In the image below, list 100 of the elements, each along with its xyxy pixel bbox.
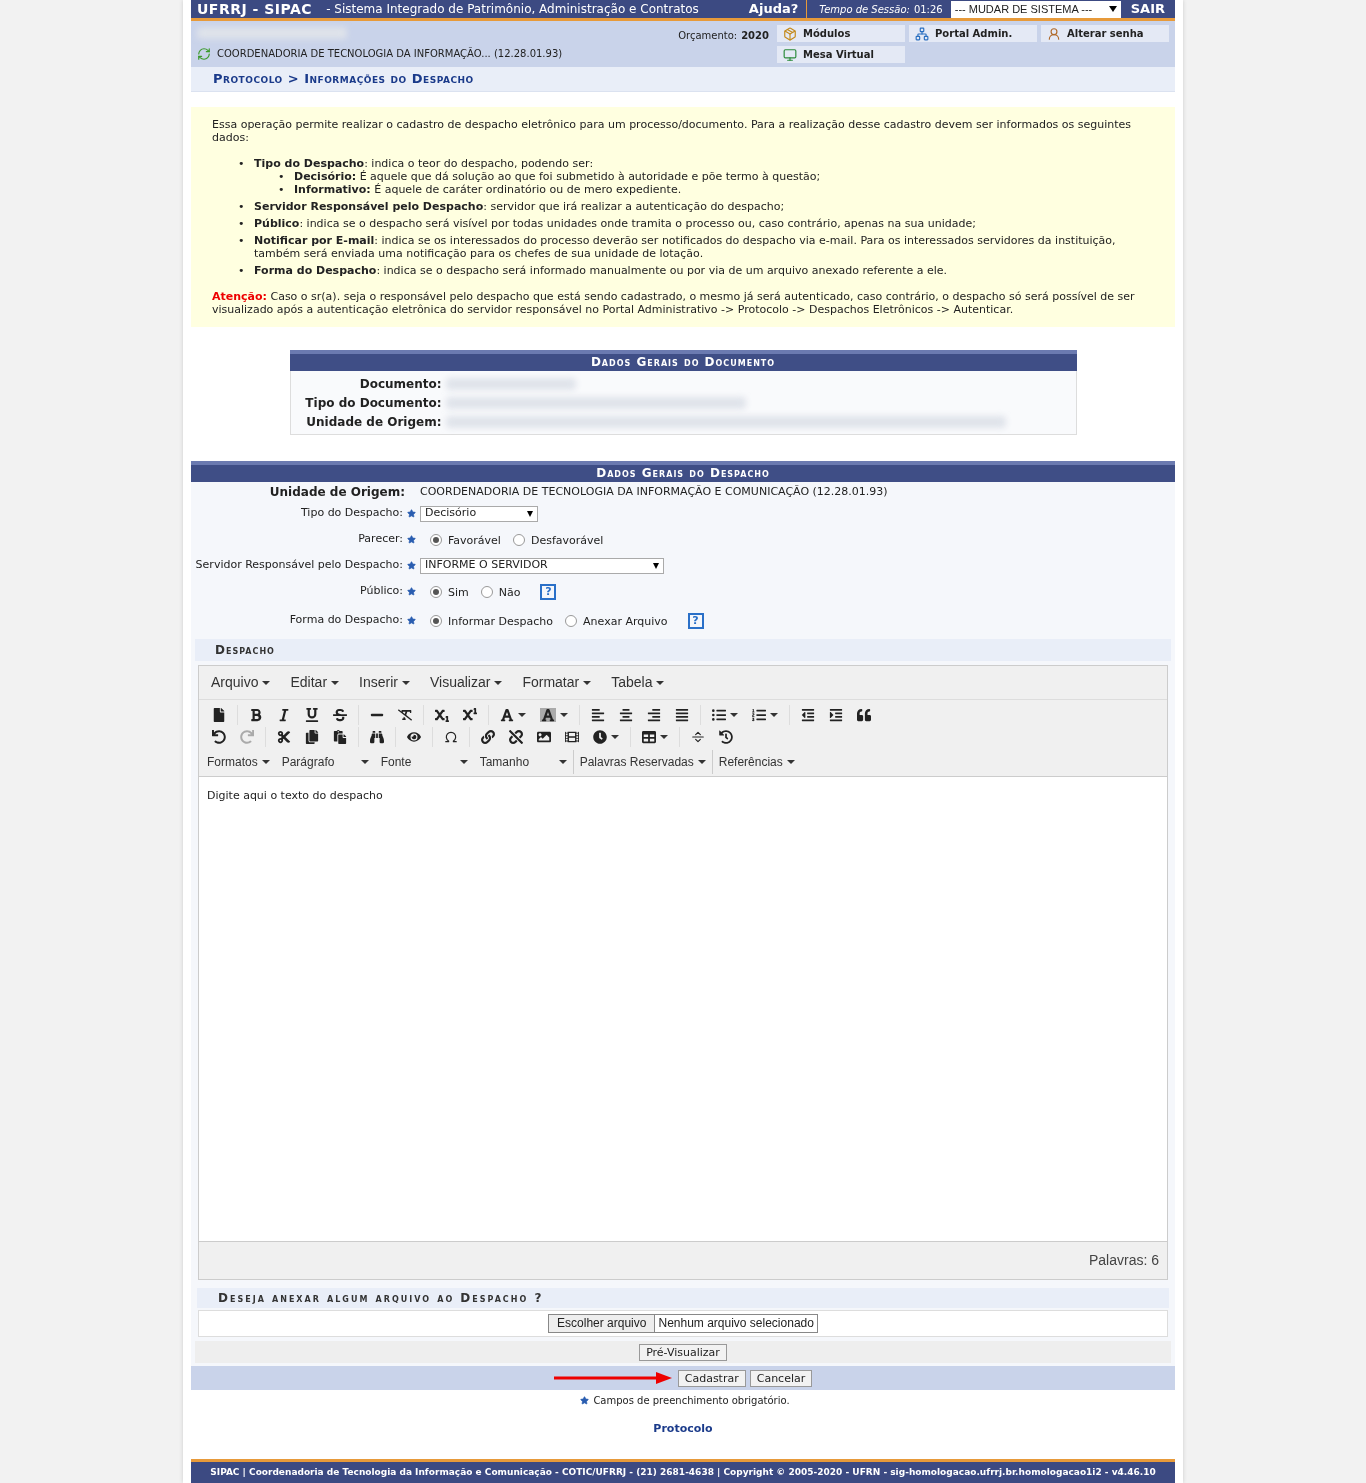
- unlink-icon: [509, 730, 523, 744]
- editor-body[interactable]: Digite aqui o texto do despacho: [199, 776, 1167, 1242]
- cancel-button[interactable]: Cancelar: [749, 1369, 813, 1387]
- underline-icon: [305, 708, 319, 722]
- menu-item[interactable]: Editar: [284, 672, 346, 693]
- footer-text: SIPAC | Coordenadoria de Tecnologia da Informação e Comunicação - COTIC/UFRRJ - (21) 2681-4638 | Copyright © 2005-2020 - UFRN - sig-homologacao.ufrrj.br.homologacao1i2 - v4.46.10: [210, 1465, 1156, 1479]
- required-star-icon: [580, 1396, 590, 1405]
- dropdown-arrow-icon: [1108, 6, 1117, 12]
- radio-button[interactable]: [430, 533, 442, 546]
- caret-icon: [770, 713, 778, 717]
- file-field[interactable]: Escolher arquivo Nenhum arquivo selecionado: [548, 1314, 818, 1333]
- help-link[interactable]: Ajuda?: [748, 0, 808, 19]
- shortcut-link[interactable]: Mesa Virtual: [777, 46, 905, 63]
- dropdown-arrow-icon: [527, 510, 533, 517]
- bullet: •: [238, 217, 246, 230]
- caret-icon: [261, 760, 270, 764]
- dropdown-arrow-icon: [653, 562, 659, 569]
- cut-icon: [277, 730, 291, 744]
- network-icon: [915, 26, 929, 41]
- menu-item[interactable]: Formatar: [516, 672, 598, 693]
- field-label: Unidade de Origem:: [268, 484, 406, 501]
- caret-icon: [518, 713, 526, 717]
- align-right-icon: [647, 708, 661, 722]
- menu-item[interactable]: Inserir: [353, 672, 416, 693]
- caret-icon: [560, 713, 568, 717]
- caret-icon: [583, 680, 592, 685]
- file-status: Nenhum arquivo selecionado: [657, 1315, 815, 1332]
- history-icon: [719, 730, 733, 744]
- clock-icon: [593, 730, 607, 744]
- required-star-icon: [407, 587, 416, 596]
- menu-item[interactable]: Tabela: [605, 672, 671, 693]
- bullet: •: [238, 264, 246, 277]
- shortcut-link[interactable]: Portal Admin.: [909, 25, 1037, 42]
- unit-name: COORDENADORIA DE TECNOLOGIA DA INFORMAÇÃO... (12.28.01.93): [217, 46, 563, 61]
- indent-icon: [829, 708, 843, 722]
- radio-button[interactable]: [565, 614, 578, 627]
- undo-icon: [212, 730, 226, 744]
- preview-icon: [407, 730, 421, 744]
- strikethrough-icon: [333, 708, 347, 722]
- radio-label: Informar Despacho: [448, 614, 554, 631]
- system-subtitle: - Sistema Integrado de Patrimônio, Administração e Contratos: [326, 1, 699, 18]
- redo-icon: [240, 730, 254, 744]
- radio-label: Favorável: [448, 533, 501, 550]
- format-menu[interactable]: Formatos: [201, 750, 276, 774]
- budget-year: 2020: [741, 29, 769, 43]
- caret-icon: [331, 680, 340, 685]
- radio-button[interactable]: [480, 585, 493, 598]
- caret-icon: [786, 760, 795, 764]
- radio-button[interactable]: [430, 614, 442, 627]
- field-label: Documento:: [358, 375, 443, 393]
- notice-item: Forma do Despacho: indica se o despacho será informado manualmente ou por via de um arquivo anexado referente a ele.: [254, 264, 948, 277]
- menu-item[interactable]: Visualizar: [423, 672, 509, 693]
- caret-icon: [697, 760, 706, 764]
- notice-subitem: Decisório: É aquele que dá solução ao que foi submetido à autoridade e põe termo à questão;: [294, 170, 821, 183]
- select-field[interactable]: INFORME O SERVIDOR: [420, 557, 664, 574]
- notice-item: Notificar por E-mail: indica se os interessados do processo deverão ser notificados do despacho via e-mail. Para os interessados servidores da instituição, também será enviada uma notificação para os chefes de sua unidade de lotação.: [254, 234, 1117, 260]
- align-center-icon: [619, 708, 633, 722]
- help-icon[interactable]: ?: [540, 583, 557, 600]
- section-heading: Despacho: [215, 642, 275, 659]
- choose-file-button[interactable]: Escolher arquivo: [549, 1315, 656, 1332]
- format-menu[interactable]: Palavras Reservadas: [572, 750, 712, 774]
- menu-item[interactable]: Arquivo: [205, 672, 277, 693]
- module-link[interactable]: Protocolo: [653, 1421, 713, 1438]
- caret-icon: [730, 713, 738, 717]
- required-note: Campos de preenchimento obrigatório.: [593, 1394, 790, 1408]
- word-count: Palavras: 6: [1088, 1251, 1159, 1270]
- person-icon: [1047, 26, 1061, 41]
- format-select[interactable]: Tamanho: [473, 750, 573, 774]
- copy-icon: [305, 730, 319, 744]
- bullet: •: [278, 183, 286, 196]
- format-menu[interactable]: Referências: [711, 750, 801, 774]
- shortcut-link[interactable]: Módulos: [777, 25, 905, 42]
- preview-button[interactable]: Pré-Visualizar: [639, 1343, 727, 1361]
- system-name: UFRRJ - SIPAC: [196, 0, 314, 19]
- shortcut-link[interactable]: Alterar senha: [1041, 25, 1169, 42]
- radio-button[interactable]: [430, 585, 442, 598]
- caret-icon: [401, 680, 410, 685]
- radio-button[interactable]: [512, 533, 525, 546]
- section-title: Dados Gerais do Documento: [289, 350, 1077, 371]
- image-icon: [537, 730, 551, 744]
- editor-placeholder: Digite aqui o texto do despacho: [207, 789, 383, 802]
- session-label: Tempo de Sessão:: [819, 2, 910, 17]
- caret-icon: [611, 735, 619, 739]
- caret-icon: [360, 760, 369, 764]
- logout-link[interactable]: SAIR: [1120, 0, 1175, 19]
- subscript-icon: [435, 708, 449, 722]
- radio-label: Sim: [448, 585, 469, 602]
- notice-item: Público: indica se o despacho será visível por todas unidades onde tramita o processo ou, caso contrário, apenas na sua unidade;: [254, 217, 976, 230]
- select-field[interactable]: Decisório: [420, 505, 538, 522]
- refresh-icon: [197, 46, 211, 61]
- submit-button[interactable]: Cadastrar: [677, 1369, 746, 1387]
- radio-label: Anexar Arquivo: [583, 614, 668, 631]
- italic-icon: [277, 708, 291, 722]
- system-select[interactable]: --- MUDAR DE SISTEMA ---: [950, 0, 1121, 18]
- numbered-list-icon: [752, 708, 766, 722]
- notice-intro: Essa operação permite realizar o cadastro de despacho eletrônico para um processo/documento. Para a realização desse cadastro devem ser informados os seguintes dados:: [212, 118, 1133, 144]
- help-icon[interactable]: ?: [687, 612, 704, 629]
- format-select[interactable]: Parágrafo: [275, 750, 375, 774]
- bullet: •: [238, 200, 246, 213]
- format-select[interactable]: Fonte: [374, 750, 474, 774]
